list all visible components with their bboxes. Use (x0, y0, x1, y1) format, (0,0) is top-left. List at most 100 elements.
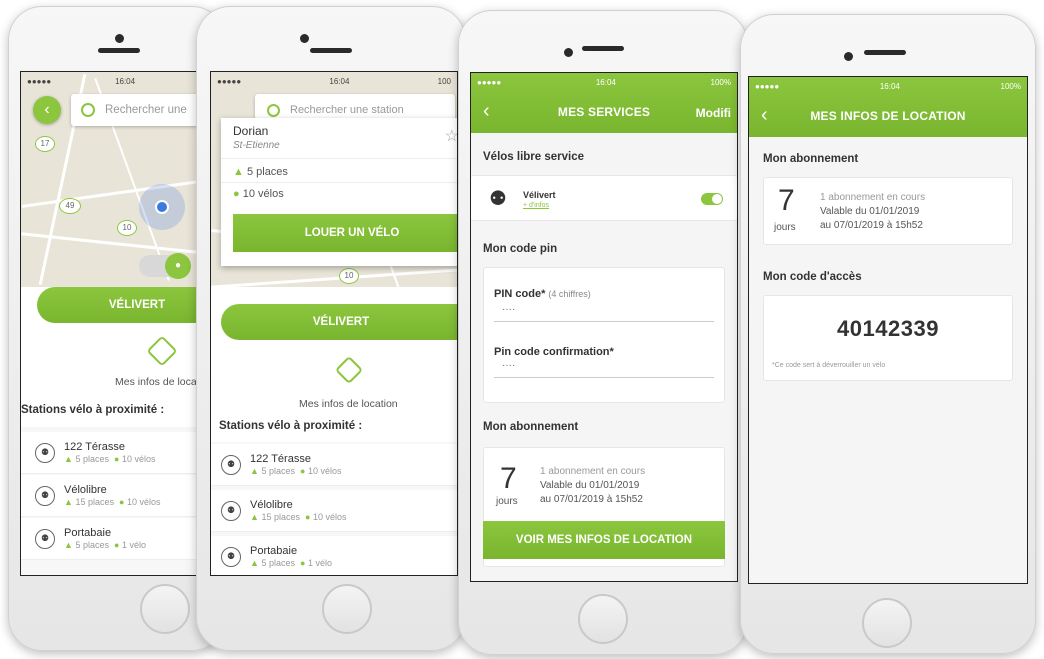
subscription-valid-from: Valable du 01/01/2019 (820, 206, 920, 217)
station-item[interactable]: ⚉ Portabaie ▲ 5 places ● 1 vélo (21, 518, 205, 560)
signal-icon: ●●●●● (477, 77, 502, 87)
status-bar: ●●●●● 16:04 100% (755, 81, 1021, 91)
access-code-note: *Ce code sert à déverrouiller un vélo (772, 362, 886, 369)
search-icon (81, 103, 95, 117)
status-bar: ●●●●● 16:04 100% (477, 77, 731, 87)
signal-icon: ●●●●● (217, 76, 242, 86)
favorite-star-icon[interactable]: ☆ (445, 126, 457, 146)
bike-icon: ⚉ (489, 188, 507, 210)
bike-icon: ⚉ (221, 454, 241, 475)
divider (221, 158, 457, 159)
signal-icon: ●●●●● (27, 76, 52, 86)
divider (221, 182, 457, 183)
front-camera (300, 34, 309, 43)
bike-icon: ⚉ (35, 485, 55, 506)
access-code: 40142339 (837, 316, 939, 341)
edit-button[interactable]: Modifi (696, 106, 731, 120)
station-item[interactable]: ⚉ Vélolibre ▲ 15 places ● 10 vélos (211, 490, 457, 532)
search-placeholder: Rechercher une (105, 104, 187, 116)
map-marker[interactable]: 10 (339, 268, 359, 284)
speaker-grille (864, 50, 906, 55)
velivert-button[interactable]: VÉLIVERT (37, 287, 205, 323)
pin-confirm-label: Pin code confirmation* (494, 346, 614, 358)
page-title: MES INFOS DE LOCATION (810, 109, 966, 123)
station-popup: Dorian St-Etienne ☆ ▲ 5 places ● 10 vélo… (221, 118, 457, 266)
rental-info-label[interactable]: Mes infos de location (299, 398, 398, 410)
popup-station-name: Dorian (233, 124, 269, 138)
bike-icon: ⚉ (221, 500, 241, 521)
subscription-count: 1 abonnement en cours (540, 466, 646, 477)
popup-bikes: ● 10 vélos (233, 188, 284, 200)
search-bar[interactable]: Rechercher une (71, 94, 205, 126)
phone-mockup-rental-info: ●●●●● 16:04 100% ‹ MES INFOS DE LOCATION M… (740, 14, 1036, 654)
subscription-days: 7 (778, 184, 795, 217)
phone-screen: ●●●●● 16:04 100% ‹ MES SERVICES Modifi Vél… (470, 72, 738, 582)
more-info-link[interactable]: + d'infos (523, 202, 549, 209)
pin-label: PIN code* (4 chiffres) (494, 288, 591, 300)
popup-places: ▲ 5 places (233, 166, 288, 178)
status-bar: ●●●●● 16:04 (27, 76, 136, 86)
rental-info-icon[interactable] (146, 335, 178, 367)
station-item[interactable]: ⚉ Vélolibre ▲ 15 places ● 10 vélos (21, 475, 205, 517)
parking-icon: ▲ (233, 166, 244, 178)
signal-icon: ●●●●● (755, 81, 780, 91)
pin-title: Mon code pin (483, 243, 558, 255)
phone-mockup-services: ●●●●● 16:04 100% ‹ MES SERVICES Modifi Vél… (458, 10, 748, 655)
bike-toggle[interactable]: ● (139, 253, 191, 279)
nearby-title: Stations vélo à proximité : (21, 404, 165, 416)
station-list: ⚉ 122 Térasse ▲ 5 places ● 10 vélos ⚉ Vélol… (211, 442, 457, 575)
free-bikes-title: Vélos libre service (483, 151, 585, 163)
home-button[interactable] (322, 584, 372, 634)
view-rental-info-button[interactable]: VOIR MES INFOS DE LOCATION (483, 521, 725, 559)
bike-icon: ● (233, 188, 240, 200)
phone-mockup-map: 17 49 10 ● Rechercher une ‹ ●●●●● 16:04 V… (8, 6, 226, 651)
search-placeholder: Rechercher une station (290, 104, 404, 116)
subscription-title: Mon abonnement (483, 421, 579, 433)
bike-icon: ⚉ (35, 442, 55, 463)
phone-mockup-popup: 10 ●●●●● 16:04 100 Rechercher une station … (196, 6, 466, 651)
map-marker[interactable]: 17 (35, 136, 55, 152)
bike-icon: ⚉ (221, 546, 241, 567)
map-marker[interactable]: 49 (59, 198, 81, 214)
pin-field[interactable]: ···· (494, 304, 714, 322)
speaker-grille (582, 46, 624, 51)
subscription-valid-to: au 07/01/2019 à 15h52 (820, 220, 923, 231)
current-location-dot (155, 200, 169, 214)
speaker-grille (310, 48, 352, 53)
pin-confirm-field[interactable]: ···· (494, 360, 714, 378)
phone-screen: ●●●●● 16:04 100% ‹ MES INFOS DE LOCATION M… (748, 76, 1028, 584)
phone-screen: 10 ●●●●● 16:04 100 Rechercher une station … (210, 71, 458, 576)
subscription-days: 7 (500, 462, 517, 495)
speaker-grille (98, 48, 140, 53)
front-camera (564, 48, 573, 57)
station-item[interactable]: ⚉ Portabaie ▲ 5 places ● 1 vélo (211, 536, 457, 575)
pin-card: PIN code* (4 chiffres) ···· Pin code con… (483, 267, 725, 403)
front-camera (844, 52, 853, 61)
subscription-days-unit: jours (774, 222, 796, 233)
velivert-button[interactable]: VÉLIVERT (221, 304, 457, 340)
search-icon (267, 103, 280, 117)
bike-icon: ⚉ (35, 528, 55, 549)
subscription-count: 1 abonnement en cours (820, 192, 926, 203)
service-toggle[interactable] (701, 193, 723, 205)
back-button[interactable]: ‹ (33, 96, 61, 124)
service-name: Vélivert (523, 190, 556, 200)
subscription-card: 7 jours 1 abonnement en cours Valable du… (763, 177, 1013, 245)
rental-info-label[interactable]: Mes infos de locat (115, 376, 200, 388)
nav-bar: ●●●●● 16:04 100% ‹ MES SERVICES Modifi (471, 73, 737, 133)
station-list: ⚉ 122 Térasse ▲ 5 places ● 10 vélos ⚉ Vélol… (21, 427, 205, 575)
front-camera (115, 34, 124, 43)
phone-screen: 17 49 10 ● Rechercher une ‹ ●●●●● 16:04 V… (20, 71, 206, 576)
subscription-title: Mon abonnement (763, 153, 859, 165)
rental-info-icon[interactable] (334, 355, 364, 385)
map-marker[interactable]: 10 (117, 220, 137, 236)
home-button[interactable] (578, 594, 628, 644)
rent-bike-button[interactable]: LOUER UN VÉLO (233, 214, 457, 252)
access-code-title: Mon code d'accès (763, 271, 862, 283)
subscription-days-unit: jours (496, 496, 518, 507)
home-button[interactable] (862, 598, 912, 648)
station-item[interactable]: ⚉ 122 Térasse ▲ 5 places ● 10 vélos (21, 432, 205, 474)
home-button[interactable] (140, 584, 190, 634)
station-item[interactable]: ⚉ 122 Térasse ▲ 5 places ● 10 vélos (211, 444, 457, 486)
access-code-card: 40142339 *Ce code sert à déverrouiller u… (763, 295, 1013, 381)
